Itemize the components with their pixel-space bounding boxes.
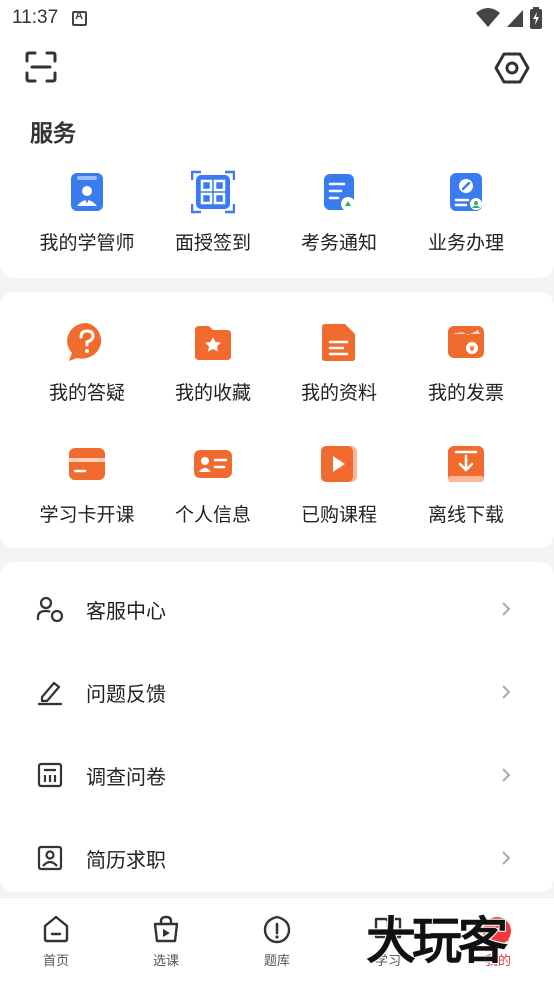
menu-customer-service[interactable]: 客服中心	[0, 568, 554, 650]
watermark-text: 大玩客	[365, 910, 509, 971]
purchased-courses[interactable]: 已购课程	[276, 442, 402, 527]
menu-label: 简历求职	[86, 847, 166, 872]
question-bubble-icon	[67, 322, 102, 361]
video-course-icon	[321, 446, 357, 482]
personal-card: 我的答疑 我的收藏 我的资料 我的发票 学习卡开课 个人信息 已购课程 离线下载	[0, 292, 554, 548]
status-bar: 11:37	[0, 0, 554, 36]
personal-label: 已购课程	[300, 504, 377, 526]
id-card-icon	[194, 450, 232, 478]
my-qa[interactable]: 我的答疑	[24, 320, 150, 405]
service-label: 我的学管师	[39, 232, 135, 254]
invoice-icon	[448, 326, 484, 358]
offline-download[interactable]: 离线下载	[403, 442, 529, 527]
chevron-right-icon	[502, 685, 511, 699]
personal-label: 离线下载	[427, 504, 504, 526]
course-bag-icon	[153, 915, 179, 943]
menu-resume[interactable]: 简历求职	[0, 817, 554, 899]
personal-info[interactable]: 个人信息	[150, 442, 276, 527]
tab-label: 题库	[263, 954, 290, 969]
menu-label: 问题反馈	[86, 681, 166, 706]
service-label: 业务办理	[427, 232, 504, 254]
signal-icon	[507, 10, 523, 27]
service-label: 考务通知	[300, 232, 377, 254]
download-icon	[448, 446, 484, 482]
study-card-enroll[interactable]: 学习卡开课	[24, 442, 150, 527]
chevron-right-icon	[502, 851, 511, 865]
wifi-icon	[476, 8, 500, 27]
survey-icon	[37, 762, 63, 788]
personal-label: 我的答疑	[48, 382, 125, 404]
feedback-pen-icon	[38, 681, 62, 706]
business-icon	[450, 173, 482, 211]
personal-label: 我的发票	[427, 382, 504, 404]
chevron-right-icon	[502, 768, 511, 782]
chevron-right-icon	[502, 602, 511, 616]
menu-card: 客服中心 问题反馈 调查问卷 简历求职	[0, 562, 554, 892]
personal-label: 个人信息	[174, 504, 251, 526]
tab-home[interactable]: 首页	[16, 914, 96, 969]
menu-feedback[interactable]: 问题反馈	[0, 651, 554, 733]
my-invoices[interactable]: 我的发票	[403, 320, 529, 405]
menu-label: 客服中心	[86, 598, 166, 623]
scan-icon[interactable]	[24, 50, 58, 84]
menu-survey[interactable]: 调查问卷	[0, 734, 554, 816]
service-advisor[interactable]: 我的学管师	[24, 170, 150, 255]
menu-label: 调查问卷	[86, 764, 166, 789]
question-bank-icon	[263, 915, 291, 944]
battery-icon	[530, 7, 542, 29]
notification-a-icon	[72, 10, 88, 26]
customer-service-icon	[36, 596, 64, 623]
service-label: 面授签到	[174, 232, 251, 254]
tab-label: 选课	[152, 954, 179, 969]
services-title: 服务	[30, 121, 76, 147]
my-materials[interactable]: 我的资料	[276, 320, 402, 405]
personal-label: 我的收藏	[174, 382, 251, 404]
personal-label: 学习卡开课	[39, 504, 135, 526]
service-exam-notice[interactable]: 考务通知	[276, 170, 402, 255]
favorite-folder-icon	[195, 326, 231, 360]
tab-label: 首页	[42, 954, 69, 969]
personal-label: 我的资料	[300, 382, 377, 404]
services-card: 服务 我的学管师 面授签到 考务通知 业务办理	[0, 88, 554, 278]
settings-hexagon-icon[interactable]	[494, 50, 530, 86]
tab-courses[interactable]: 选课	[126, 914, 206, 969]
exam-notice-icon	[324, 174, 355, 211]
service-business[interactable]: 业务办理	[403, 170, 529, 255]
home-icon	[43, 915, 69, 943]
service-signin[interactable]: 面授签到	[150, 170, 276, 255]
resume-icon	[37, 845, 63, 871]
study-card-icon	[69, 448, 105, 480]
my-favorites[interactable]: 我的收藏	[150, 320, 276, 405]
qr-signin-icon	[191, 170, 235, 214]
document-icon	[322, 324, 355, 361]
advisor-icon	[71, 173, 103, 211]
status-time: 11:37	[12, 7, 59, 28]
tab-question-bank[interactable]: 题库	[237, 914, 317, 969]
